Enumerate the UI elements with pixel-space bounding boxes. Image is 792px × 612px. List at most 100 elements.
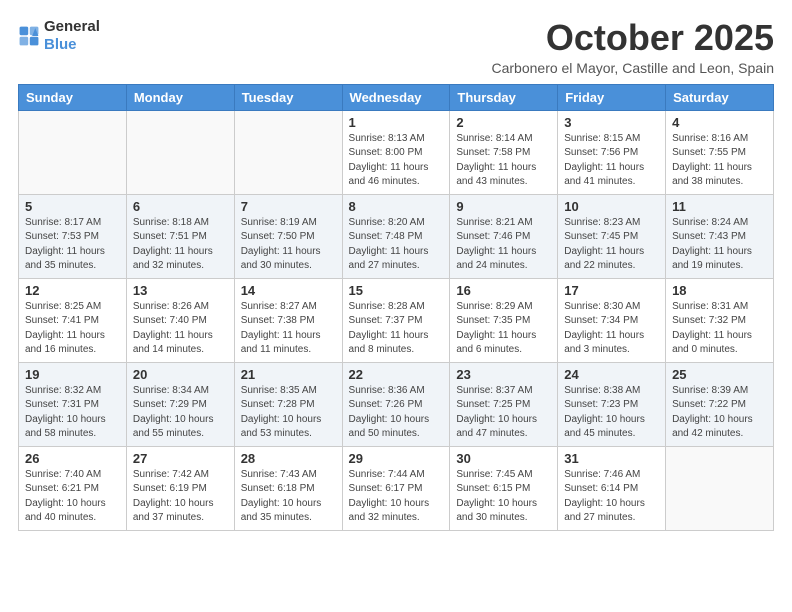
day-number: 3 [564, 115, 659, 130]
logo-icon [18, 25, 40, 47]
calendar-cell: 5 Sunrise: 8:17 AM Sunset: 7:53 PM Daylig… [19, 194, 127, 278]
day-info: Sunrise: 8:31 AM Sunset: 7:32 PM Dayligh… [672, 300, 767, 358]
day-number: 10 [564, 199, 659, 214]
day-number: 14 [241, 283, 336, 298]
day-number: 15 [349, 283, 444, 298]
calendar-cell: 23Sunrise: 8:37 AM Sunset: 7:25 PM Dayli… [450, 362, 558, 446]
day-number: 19 [25, 367, 120, 382]
calendar-cell: 26 Sunrise: 7:40 AM Sunset: 6:21 PM Dayli… [19, 446, 127, 530]
calendar-cell: 12 Sunrise: 8:25 AM Sunset: 7:41 PM Dayli… [19, 278, 127, 362]
day-number: 28 [241, 451, 336, 466]
day-number: 27 [133, 451, 228, 466]
logo-blue: Blue [44, 36, 77, 53]
calendar-cell: 27 Sunrise: 7:42 AM Sunset: 6:19 PM Dayli… [126, 446, 234, 530]
day-info: Sunrise: 8:29 AM Sunset: 7:35 PM Dayligh… [456, 300, 551, 358]
day-number: 18 [672, 283, 767, 298]
day-number: 2 [456, 115, 551, 130]
calendar-cell: 25 Sunrise: 8:39 AM Sunset: 7:22 PM Dayli… [666, 362, 774, 446]
calendar-week-row: 5 Sunrise: 8:17 AM Sunset: 7:53 PM Daylig… [19, 194, 774, 278]
day-info: Sunrise: 7:43 AM Sunset: 6:18 PM Dayligh… [241, 468, 336, 526]
day-number: 22 [349, 367, 444, 382]
day-number: 26 [25, 451, 120, 466]
day-info: Sunrise: 8:14 AM Sunset: 7:58 PM Dayligh… [456, 132, 551, 190]
day-info: Sunrise: 8:27 AM Sunset: 7:38 PM Dayligh… [241, 300, 336, 358]
day-number: 12 [25, 283, 120, 298]
calendar-cell [19, 110, 127, 194]
day-info: Sunrise: 8:16 AM Sunset: 7:55 PM Dayligh… [672, 132, 767, 190]
calendar-cell: 11 Sunrise: 8:24 AM Sunset: 7:43 PM Dayli… [666, 194, 774, 278]
logo-text: General Blue [44, 18, 100, 54]
day-info: Sunrise: 8:17 AM Sunset: 7:53 PM Dayligh… [25, 216, 120, 274]
calendar-cell: 31 Sunrise: 7:46 AM Sunset: 6:14 PM Dayli… [558, 446, 666, 530]
calendar-week-row: 19Sunrise: 8:32 AM Sunset: 7:31 PM Dayli… [19, 362, 774, 446]
day-number: 6 [133, 199, 228, 214]
calendar-cell: 8 Sunrise: 8:20 AM Sunset: 7:48 PM Daylig… [342, 194, 450, 278]
day-number: 21 [241, 367, 336, 382]
day-info: Sunrise: 7:40 AM Sunset: 6:21 PM Dayligh… [25, 468, 120, 526]
day-info: Sunrise: 8:15 AM Sunset: 7:56 PM Dayligh… [564, 132, 659, 190]
calendar-week-row: 12 Sunrise: 8:25 AM Sunset: 7:41 PM Dayli… [19, 278, 774, 362]
day-number: 13 [133, 283, 228, 298]
day-number: 16 [456, 283, 551, 298]
calendar-cell: 2 Sunrise: 8:14 AM Sunset: 7:58 PM Daylig… [450, 110, 558, 194]
day-info: Sunrise: 8:30 AM Sunset: 7:34 PM Dayligh… [564, 300, 659, 358]
day-info: Sunrise: 7:44 AM Sunset: 6:17 PM Dayligh… [349, 468, 444, 526]
calendar-cell: 9 Sunrise: 8:21 AM Sunset: 7:46 PM Daylig… [450, 194, 558, 278]
day-number: 24 [564, 367, 659, 382]
col-friday: Friday [558, 84, 666, 110]
calendar-cell: 6Sunrise: 8:18 AM Sunset: 7:51 PM Daylig… [126, 194, 234, 278]
calendar-cell: 30 Sunrise: 7:45 AM Sunset: 6:15 PM Dayli… [450, 446, 558, 530]
day-info: Sunrise: 8:20 AM Sunset: 7:48 PM Dayligh… [349, 216, 444, 274]
day-number: 1 [349, 115, 444, 130]
logo-general: General [44, 18, 100, 35]
calendar-cell: 24Sunrise: 8:38 AM Sunset: 7:23 PM Dayli… [558, 362, 666, 446]
calendar-cell: 15Sunrise: 8:28 AM Sunset: 7:37 PM Dayli… [342, 278, 450, 362]
day-info: Sunrise: 8:21 AM Sunset: 7:46 PM Dayligh… [456, 216, 551, 274]
calendar-cell: 13Sunrise: 8:26 AM Sunset: 7:40 PM Dayli… [126, 278, 234, 362]
day-info: Sunrise: 8:39 AM Sunset: 7:22 PM Dayligh… [672, 384, 767, 442]
calendar-cell: 18 Sunrise: 8:31 AM Sunset: 7:32 PM Dayli… [666, 278, 774, 362]
day-info: Sunrise: 8:25 AM Sunset: 7:41 PM Dayligh… [25, 300, 120, 358]
day-info: Sunrise: 8:13 AM Sunset: 8:00 PM Dayligh… [349, 132, 444, 190]
calendar-header-row: Sunday Monday Tuesday Wednesday Thursday… [19, 84, 774, 110]
col-monday: Monday [126, 84, 234, 110]
col-wednesday: Wednesday [342, 84, 450, 110]
day-info: Sunrise: 8:23 AM Sunset: 7:45 PM Dayligh… [564, 216, 659, 274]
calendar-cell [126, 110, 234, 194]
subtitle: Carbonero el Mayor, Castille and Leon, S… [491, 60, 774, 76]
day-number: 8 [349, 199, 444, 214]
page: General Blue October 2025 Carbonero el M… [0, 0, 792, 612]
logo: General Blue [18, 18, 100, 54]
day-number: 31 [564, 451, 659, 466]
day-info: Sunrise: 8:24 AM Sunset: 7:43 PM Dayligh… [672, 216, 767, 274]
day-info: Sunrise: 7:45 AM Sunset: 6:15 PM Dayligh… [456, 468, 551, 526]
calendar-week-row: 1 Sunrise: 8:13 AM Sunset: 8:00 PM Daylig… [19, 110, 774, 194]
day-info: Sunrise: 8:36 AM Sunset: 7:26 PM Dayligh… [349, 384, 444, 442]
calendar-cell [234, 110, 342, 194]
day-info: Sunrise: 7:46 AM Sunset: 6:14 PM Dayligh… [564, 468, 659, 526]
day-number: 30 [456, 451, 551, 466]
day-number: 9 [456, 199, 551, 214]
calendar-cell: 3 Sunrise: 8:15 AM Sunset: 7:56 PM Daylig… [558, 110, 666, 194]
day-info: Sunrise: 8:35 AM Sunset: 7:28 PM Dayligh… [241, 384, 336, 442]
day-info: Sunrise: 7:42 AM Sunset: 6:19 PM Dayligh… [133, 468, 228, 526]
day-info: Sunrise: 8:19 AM Sunset: 7:50 PM Dayligh… [241, 216, 336, 274]
col-saturday: Saturday [666, 84, 774, 110]
day-number: 4 [672, 115, 767, 130]
calendar-week-row: 26 Sunrise: 7:40 AM Sunset: 6:21 PM Dayli… [19, 446, 774, 530]
day-info: Sunrise: 8:37 AM Sunset: 7:25 PM Dayligh… [456, 384, 551, 442]
day-number: 5 [25, 199, 120, 214]
calendar-cell: 19Sunrise: 8:32 AM Sunset: 7:31 PM Dayli… [19, 362, 127, 446]
calendar: Sunday Monday Tuesday Wednesday Thursday… [18, 84, 774, 531]
day-number: 20 [133, 367, 228, 382]
calendar-cell: 17Sunrise: 8:30 AM Sunset: 7:34 PM Dayli… [558, 278, 666, 362]
calendar-cell: 14 Sunrise: 8:27 AM Sunset: 7:38 PM Dayli… [234, 278, 342, 362]
calendar-cell: 29Sunrise: 7:44 AM Sunset: 6:17 PM Dayli… [342, 446, 450, 530]
calendar-cell: 20Sunrise: 8:34 AM Sunset: 7:29 PM Dayli… [126, 362, 234, 446]
day-number: 11 [672, 199, 767, 214]
title-block: October 2025 Carbonero el Mayor, Castill… [491, 18, 774, 76]
col-thursday: Thursday [450, 84, 558, 110]
day-number: 25 [672, 367, 767, 382]
calendar-cell [666, 446, 774, 530]
calendar-cell: 22 Sunrise: 8:36 AM Sunset: 7:26 PM Dayli… [342, 362, 450, 446]
